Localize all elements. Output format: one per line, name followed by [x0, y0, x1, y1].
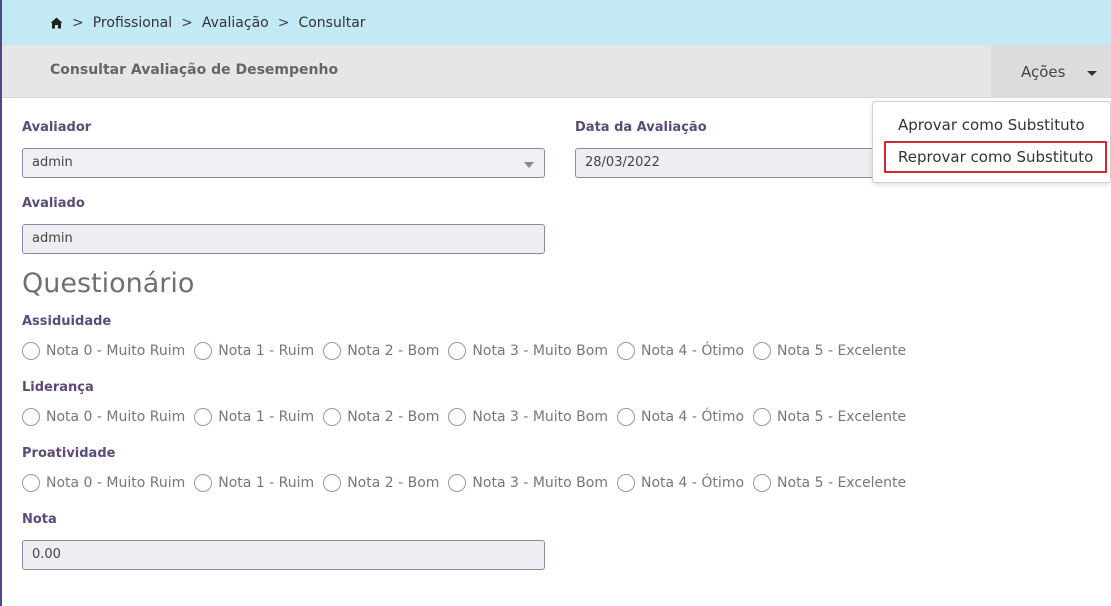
radio-option[interactable]: Nota 5 - Excelente	[753, 408, 906, 426]
avaliado-field[interactable]: admin	[22, 224, 545, 254]
radio-group-proatividade: Nota 0 - Muito Ruim Nota 1 - Ruim Nota 2…	[22, 472, 915, 494]
radio-option[interactable]: Nota 5 - Excelente	[753, 342, 906, 360]
radio-option[interactable]: Nota 4 - Ótimo	[617, 342, 744, 360]
nota-label: Nota	[22, 512, 57, 527]
actions-label: Ações	[1021, 62, 1066, 81]
radio-option-label: Nota 2 - Bom	[347, 409, 440, 425]
radio-option-label: Nota 5 - Excelente	[777, 343, 907, 359]
radio-option[interactable]: Nota 0 - Muito Ruim	[22, 474, 185, 492]
question-label-lideranca: Liderança	[22, 380, 94, 395]
radio-option-label: Nota 1 - Ruim	[218, 409, 315, 425]
page-header: Consultar Avaliação de Desempenho Ações	[2, 45, 1111, 98]
breadcrumb-separator: >	[277, 14, 290, 31]
breadcrumb-separator: >	[181, 14, 193, 31]
radio-option-label: Nota 3 - Muito Bom	[472, 475, 608, 491]
radio-option-label: Nota 3 - Muito Bom	[472, 409, 608, 425]
radio-option[interactable]: Nota 3 - Muito Bom	[448, 408, 608, 426]
radio-circle-icon[interactable]	[194, 474, 213, 492]
question-label-proatividade: Proatividade	[22, 446, 116, 461]
nota-field[interactable]: 0.00	[22, 540, 545, 570]
actions-dropdown-menu: Aprovar como Substituto Reprovar como Su…	[872, 101, 1111, 183]
menu-item-reprovar-substituto[interactable]: Reprovar como Substituto	[884, 141, 1107, 173]
radio-option[interactable]: Nota 3 - Muito Bom	[448, 474, 608, 492]
breadcrumb-item-avaliacao[interactable]: Avaliação	[202, 15, 269, 31]
data-avaliacao-label: Data da Avaliação	[575, 120, 707, 135]
breadcrumb: > Profissional > Avaliação > Consultar	[2, 0, 1111, 45]
avaliado-value: admin	[32, 231, 73, 246]
page-title: Consultar Avaliação de Desempenho	[50, 62, 339, 78]
breadcrumb-item-profissional[interactable]: Profissional	[93, 15, 172, 31]
radio-option-label: Nota 0 - Muito Ruim	[46, 343, 186, 359]
breadcrumb-separator: >	[72, 14, 84, 31]
radio-circle-icon[interactable]	[22, 408, 40, 426]
radio-circle-icon[interactable]	[22, 342, 40, 360]
home-icon[interactable]	[50, 17, 63, 29]
breadcrumb-item-consultar: Consultar	[298, 14, 366, 31]
radio-option-label: Nota 0 - Muito Ruim	[46, 409, 186, 425]
radio-option-label: Nota 4 - Ótimo	[641, 409, 745, 425]
avaliado-label: Avaliado	[22, 196, 85, 211]
radio-option[interactable]: Nota 0 - Muito Ruim	[22, 342, 185, 360]
radio-circle-icon[interactable]	[753, 342, 772, 360]
radio-option[interactable]: Nota 0 - Muito Ruim	[22, 408, 185, 426]
radio-circle-icon[interactable]	[323, 408, 342, 426]
radio-option-label: Nota 3 - Muito Bom	[472, 343, 608, 359]
radio-circle-icon[interactable]	[617, 408, 635, 426]
radio-option-label: Nota 4 - Ótimo	[641, 343, 745, 359]
radio-circle-icon[interactable]	[22, 474, 40, 492]
data-avaliacao-field[interactable]: 28/03/2022	[575, 148, 885, 178]
radio-circle-icon[interactable]	[617, 474, 635, 492]
radio-group-lideranca: Nota 0 - Muito Ruim Nota 1 - Ruim Nota 2…	[22, 406, 915, 428]
radio-circle-icon[interactable]	[753, 408, 772, 426]
radio-option[interactable]: Nota 1 - Ruim	[194, 342, 314, 360]
question-label-assiduidade: Assiduidade	[22, 314, 112, 329]
radio-circle-icon[interactable]	[753, 474, 772, 492]
menu-item-aprovar-substituto[interactable]: Aprovar como Substituto	[884, 110, 1107, 142]
radio-option[interactable]: Nota 3 - Muito Bom	[448, 342, 608, 360]
radio-circle-icon[interactable]	[323, 474, 342, 492]
radio-option[interactable]: Nota 1 - Ruim	[194, 408, 314, 426]
radio-option[interactable]: Nota 2 - Bom	[323, 342, 439, 360]
actions-button[interactable]: Ações	[991, 45, 1111, 98]
radio-option-label: Nota 4 - Ótimo	[641, 475, 745, 491]
radio-circle-icon[interactable]	[194, 408, 213, 426]
radio-option[interactable]: Nota 4 - Ótimo	[617, 474, 744, 492]
radio-circle-icon[interactable]	[323, 342, 342, 360]
radio-option[interactable]: Nota 5 - Excelente	[753, 474, 906, 492]
avaliador-label: Avaliador	[22, 120, 92, 135]
radio-option-label: Nota 5 - Excelente	[777, 475, 907, 491]
radio-option-label: Nota 2 - Bom	[347, 343, 440, 359]
radio-option[interactable]: Nota 2 - Bom	[323, 408, 439, 426]
radio-option-label: Nota 0 - Muito Ruim	[46, 475, 186, 491]
radio-circle-icon[interactable]	[448, 474, 467, 492]
radio-option[interactable]: Nota 1 - Ruim	[194, 474, 314, 492]
radio-group-assiduidade: Nota 0 - Muito Ruim Nota 1 - Ruim Nota 2…	[22, 340, 915, 362]
radio-option[interactable]: Nota 4 - Ótimo	[617, 408, 744, 426]
radio-option-label: Nota 1 - Ruim	[218, 475, 315, 491]
avaliador-value: admin	[32, 155, 73, 170]
radio-circle-icon[interactable]	[448, 408, 467, 426]
data-avaliacao-value: 28/03/2022	[585, 155, 660, 170]
chevron-down-icon	[524, 162, 534, 168]
radio-option-label: Nota 5 - Excelente	[777, 409, 907, 425]
caret-down-icon	[1087, 71, 1097, 76]
radio-circle-icon[interactable]	[448, 342, 467, 360]
radio-option-label: Nota 2 - Bom	[347, 475, 440, 491]
avaliador-select[interactable]: admin	[22, 148, 545, 178]
nota-value: 0.00	[32, 547, 61, 562]
radio-option[interactable]: Nota 2 - Bom	[323, 474, 439, 492]
radio-circle-icon[interactable]	[617, 342, 635, 360]
questionario-title: Questionário	[22, 268, 195, 299]
radio-circle-icon[interactable]	[194, 342, 213, 360]
radio-option-label: Nota 1 - Ruim	[218, 343, 315, 359]
